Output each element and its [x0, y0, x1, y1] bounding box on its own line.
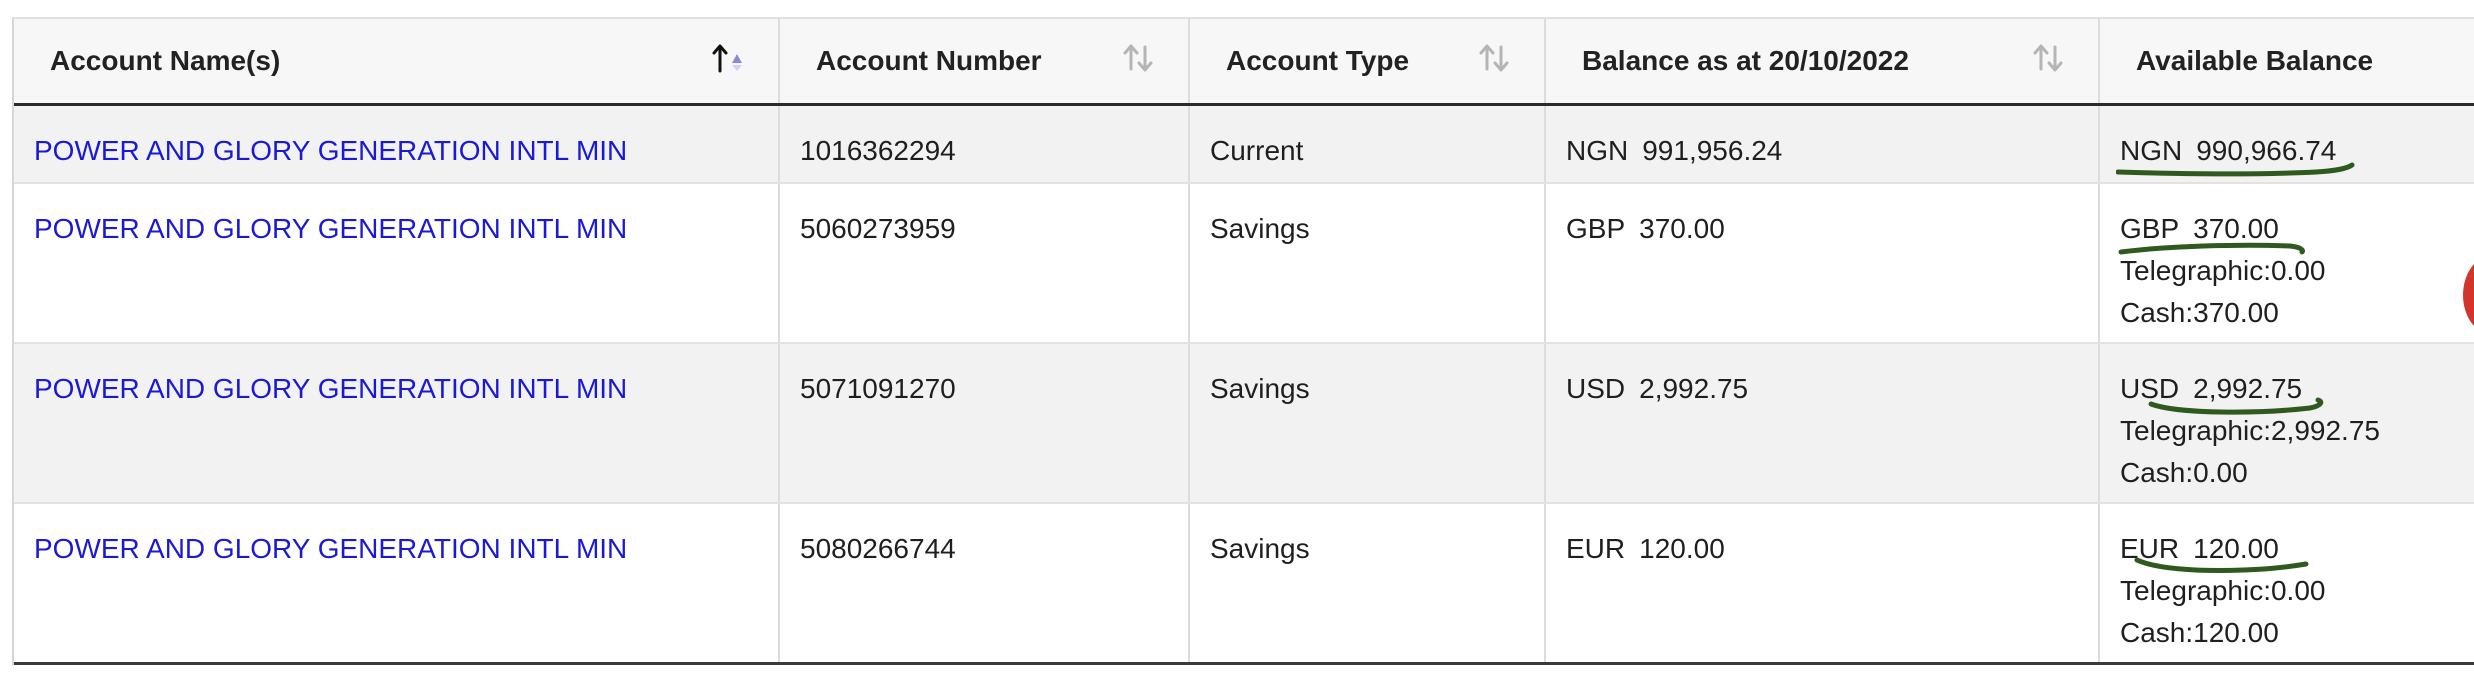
- sort-ascending-icon[interactable]: [710, 41, 748, 75]
- table-header: Account Name(s) Account Number Account T…: [14, 19, 2474, 106]
- available-balance-cell: EUR 120.00 Telegraphic:0.00 Cash:120.00: [2099, 503, 2474, 665]
- cash-balance: Cash:370.00: [2120, 297, 2279, 328]
- header-available-balance[interactable]: Available Balance: [2099, 19, 2474, 106]
- account-number-cell: 5071091270: [779, 343, 1190, 504]
- account-type: Savings: [1210, 533, 1310, 564]
- account-number: 5071091270: [800, 373, 956, 404]
- available-balance-line: NGN 990,966.74: [2116, 130, 2355, 177]
- header-account-number-label: Account Number: [816, 45, 1042, 76]
- balance-amount: 120.00: [1639, 533, 1725, 564]
- header-balance[interactable]: Balance as at 20/10/2022: [1545, 19, 2100, 106]
- table-row: POWER AND GLORY GENERATION INTL MIN 5060…: [14, 183, 2474, 344]
- available-balance-line: USD 2,992.75: [2120, 368, 2324, 415]
- balance-cell: GBP 370.00: [1545, 183, 2100, 344]
- available-currency: GBP: [2120, 213, 2180, 244]
- telegraphic-balance: Telegraphic:2,992.75: [2120, 415, 2380, 446]
- available-balance-line: EUR 120.00: [2120, 528, 2309, 574]
- header-balance-label: Balance as at 20/10/2022: [1582, 45, 1909, 76]
- account-type: Current: [1210, 135, 1304, 166]
- table-body: POWER AND GLORY GENERATION INTL MIN 1016…: [14, 104, 2474, 665]
- table-row: POWER AND GLORY GENERATION INTL MIN 5080…: [14, 503, 2474, 665]
- balance-currency: EUR: [1566, 533, 1626, 564]
- header-available-balance-label: Available Balance: [2136, 45, 2374, 76]
- account-number: 5060273959: [800, 213, 956, 244]
- available-currency: EUR: [2120, 533, 2180, 564]
- account-name-link[interactable]: POWER AND GLORY GENERATION INTL MIN: [34, 533, 627, 564]
- account-number-cell: 1016362294: [779, 104, 1190, 184]
- balance-currency: USD: [1566, 373, 1626, 404]
- available-currency: NGN: [2120, 135, 2183, 166]
- available-amount: 370.00: [2193, 213, 2279, 244]
- available-currency: USD: [2120, 373, 2180, 404]
- account-type: Savings: [1210, 373, 1310, 404]
- account-type-cell: Savings: [1189, 343, 1546, 504]
- header-account-number[interactable]: Account Number: [779, 19, 1190, 106]
- balance-cell: NGN 991,956.24: [1545, 104, 2100, 184]
- available-balance-cell: GBP 370.00 Telegraphic:0.00 Cash:370.00: [2099, 183, 2474, 344]
- available-balance-line: GBP 370.00: [2118, 208, 2305, 255]
- balance-cell: USD 2,992.75: [1545, 343, 2100, 504]
- available-amount: 2,992.75: [2193, 373, 2303, 404]
- account-name-cell: POWER AND GLORY GENERATION INTL MIN: [14, 503, 780, 665]
- sort-both-icon[interactable]: [1476, 41, 1514, 75]
- telegraphic-balance: Telegraphic:0.00: [2120, 255, 2326, 286]
- header-account-name[interactable]: Account Name(s): [14, 19, 780, 106]
- balance-cell: EUR 120.00: [1545, 503, 2100, 665]
- header-account-name-label: Account Name(s): [50, 45, 281, 76]
- account-number: 1016362294: [800, 135, 956, 166]
- header-row: Account Name(s) Account Number Account T…: [14, 19, 2474, 106]
- balance-amount: 2,992.75: [1639, 373, 1749, 404]
- table-row: POWER AND GLORY GENERATION INTL MIN 1016…: [14, 104, 2474, 184]
- available-balance-cell: NGN 990,966.74: [2099, 104, 2474, 184]
- available-balance-cell: USD 2,992.75 Telegraphic:2,992.75 Cash:0.…: [2099, 343, 2474, 504]
- account-type-cell: Savings: [1189, 503, 1546, 665]
- header-account-type-label: Account Type: [1226, 45, 1410, 76]
- balance-currency: NGN: [1566, 135, 1629, 166]
- account-type-cell: Current: [1189, 104, 1546, 184]
- header-account-type[interactable]: Account Type: [1189, 19, 1546, 106]
- account-number-cell: 5080266744: [779, 503, 1190, 665]
- cash-balance: Cash:120.00: [2120, 617, 2279, 648]
- account-name-cell: POWER AND GLORY GENERATION INTL MIN: [14, 104, 780, 184]
- cash-balance: Cash:0.00: [2120, 457, 2248, 488]
- account-number-cell: 5060273959: [779, 183, 1190, 344]
- sort-both-icon[interactable]: [2030, 41, 2068, 75]
- account-name-cell: POWER AND GLORY GENERATION INTL MIN: [14, 183, 780, 344]
- accounts-table: Account Name(s) Account Number Account T…: [14, 19, 2474, 665]
- balance-currency: GBP: [1566, 213, 1626, 244]
- account-name-link[interactable]: POWER AND GLORY GENERATION INTL MIN: [34, 213, 627, 244]
- balance-amount: 370.00: [1639, 213, 1725, 244]
- sort-both-icon[interactable]: [1120, 41, 1158, 75]
- table-row: POWER AND GLORY GENERATION INTL MIN 5071…: [14, 343, 2474, 504]
- telegraphic-balance: Telegraphic:0.00: [2120, 575, 2326, 606]
- available-amount: 990,966.74: [2196, 135, 2337, 166]
- account-number: 5080266744: [800, 533, 956, 564]
- available-amount: 120.00: [2193, 533, 2279, 564]
- account-name-link[interactable]: POWER AND GLORY GENERATION INTL MIN: [34, 135, 627, 166]
- account-name-cell: POWER AND GLORY GENERATION INTL MIN: [14, 343, 780, 504]
- accounts-table-container: Account Name(s) Account Number Account T…: [12, 17, 2474, 665]
- account-type-cell: Savings: [1189, 183, 1546, 344]
- account-name-link[interactable]: POWER AND GLORY GENERATION INTL MIN: [34, 373, 627, 404]
- balance-amount: 991,956.24: [1642, 135, 1783, 166]
- account-type: Savings: [1210, 213, 1310, 244]
